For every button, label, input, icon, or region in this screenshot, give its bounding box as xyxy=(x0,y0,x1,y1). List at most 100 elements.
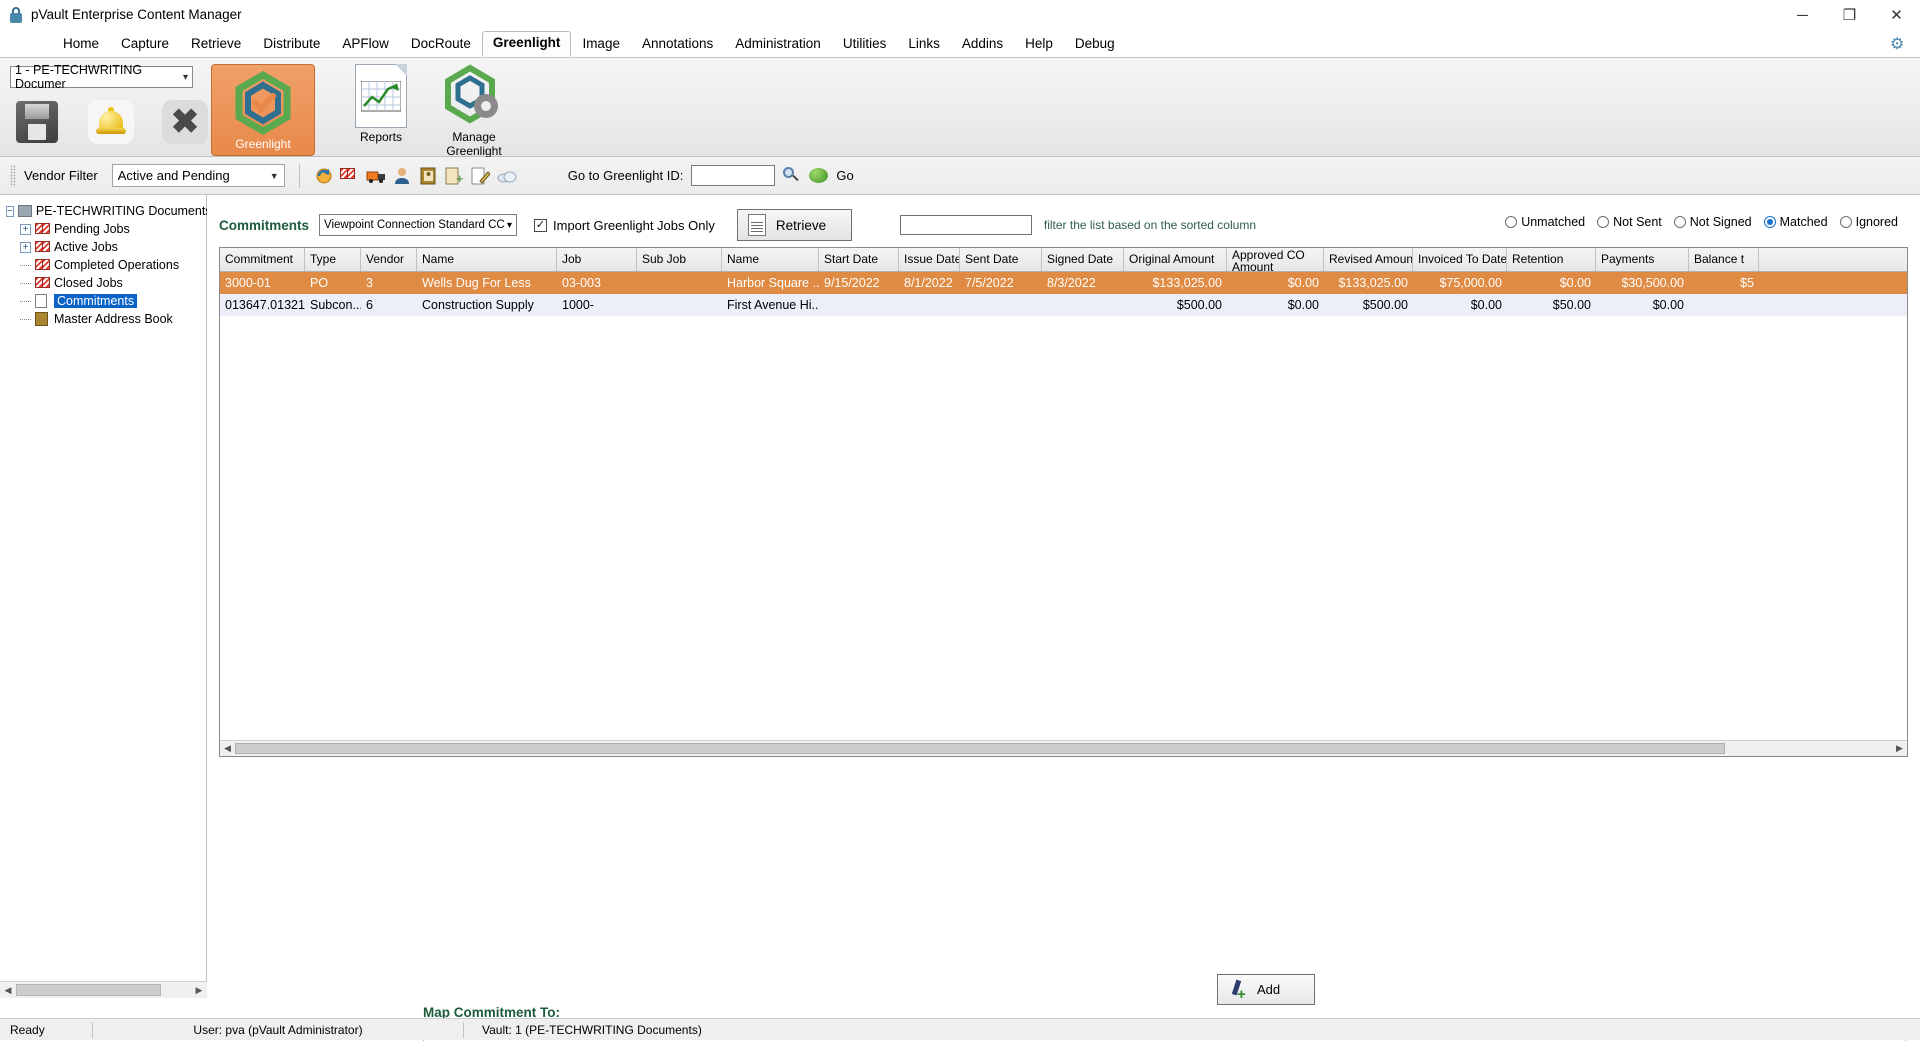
close-button[interactable]: ✕ xyxy=(1873,0,1920,30)
table-cell: Construction Supply xyxy=(417,294,557,316)
gear-hex-icon xyxy=(442,64,506,128)
tree-item-completed-operations[interactable]: Completed Operations xyxy=(0,257,206,273)
menu-item-utilities[interactable]: Utilities xyxy=(832,32,898,57)
menu-item-home[interactable]: Home xyxy=(52,32,110,57)
column-header-original-amount[interactable]: Original Amount xyxy=(1124,248,1227,271)
menu-item-addins[interactable]: Addins xyxy=(951,32,1014,57)
column-header-sent-date[interactable]: Sent Date xyxy=(960,248,1042,271)
table-cell: 3 xyxy=(361,272,417,294)
table-row[interactable]: 013647.01321...Subcon...6Construction Su… xyxy=(220,294,1907,316)
add-button[interactable]: + Add xyxy=(1217,974,1315,1005)
column-header-signed-date[interactable]: Signed Date xyxy=(1042,248,1124,271)
column-header-approved-co[interactable]: Approved COAmount xyxy=(1227,248,1324,271)
column-header-start-date[interactable]: Start Date xyxy=(819,248,899,271)
refresh-icon[interactable] xyxy=(314,167,334,185)
status-filter-not-sent[interactable]: Not Sent xyxy=(1597,215,1662,229)
go-button[interactable]: Go xyxy=(836,168,853,183)
tree-expander-minus-icon[interactable]: − xyxy=(6,206,14,217)
column-header-sub-job[interactable]: Sub Job xyxy=(637,248,722,271)
tree-item-pending-jobs[interactable]: + Pending Jobs xyxy=(0,221,206,237)
scroll-thumb[interactable] xyxy=(16,984,161,996)
status-filter-label: Unmatched xyxy=(1521,215,1585,229)
maximize-button[interactable]: ❐ xyxy=(1826,0,1873,30)
table-cell: $75,000.00 xyxy=(1413,272,1507,294)
menu-item-docroute[interactable]: DocRoute xyxy=(400,32,482,57)
ribbon-tile-greenlight[interactable]: Greenlight xyxy=(211,64,315,156)
ribbon-tile-reports[interactable]: Reports xyxy=(335,64,427,144)
scroll-left-icon[interactable]: ◀ xyxy=(220,743,235,754)
magnifier-icon[interactable] xyxy=(783,167,801,185)
menu-item-annotations[interactable]: Annotations xyxy=(631,32,724,57)
tree-item-active-jobs[interactable]: +Active Jobs xyxy=(0,239,206,255)
column-filter-input[interactable] xyxy=(900,215,1032,235)
vendor-filter-select[interactable]: Active and Pending ▼ xyxy=(112,164,285,187)
menu-item-help[interactable]: Help xyxy=(1014,32,1064,57)
table-row[interactable]: 3000-01PO3Wells Dug For Less03-003Harbor… xyxy=(220,272,1907,294)
connection-select[interactable]: Viewpoint Connection Standard CC ▾ xyxy=(319,214,517,236)
tree-item-pe-techwriting-documents[interactable]: −PE-TECHWRITING Documents xyxy=(0,203,206,219)
save-button[interactable] xyxy=(8,98,66,146)
column-header-commitment[interactable]: Commitment xyxy=(220,248,305,271)
menu-item-links[interactable]: Links xyxy=(897,32,951,57)
ribbon-tile-manage-greenlight[interactable]: Manage Greenlight xyxy=(428,64,520,158)
column-header-job[interactable]: Job xyxy=(557,248,637,271)
address-book-icon[interactable] xyxy=(418,167,438,185)
tree-item-master-address-book[interactable]: Master Address Book xyxy=(0,311,206,327)
column-header-issue-date[interactable]: Issue Date xyxy=(899,248,960,271)
column-header-retention[interactable]: Retention xyxy=(1507,248,1596,271)
cloud-icon[interactable] xyxy=(496,167,516,185)
column-header-invoiced-to-date[interactable]: Invoiced To Date xyxy=(1413,248,1507,271)
cancel-button[interactable]: ✖ xyxy=(156,98,214,146)
grid-horizontal-scrollbar[interactable]: ◀ ▶ xyxy=(220,740,1907,756)
column-header-balance-t[interactable]: Balance t xyxy=(1689,248,1759,271)
vault-selector[interactable]: 1 - PE-TECHWRITING Documer ▾ xyxy=(10,66,193,88)
column-header-revised-amount[interactable]: Revised Amount xyxy=(1324,248,1413,271)
notify-button[interactable] xyxy=(82,98,140,146)
person-icon[interactable] xyxy=(392,167,412,185)
menu-item-debug[interactable]: Debug xyxy=(1064,32,1126,57)
column-header-type[interactable]: Type xyxy=(305,248,361,271)
menu-item-distribute[interactable]: Distribute xyxy=(252,32,331,57)
scroll-right-icon[interactable]: ▶ xyxy=(1892,743,1907,754)
column-header-name[interactable]: Name xyxy=(417,248,557,271)
minimize-button[interactable]: ─ xyxy=(1779,0,1826,30)
po-document-icon xyxy=(748,214,766,236)
status-filter-unmatched[interactable]: Unmatched xyxy=(1505,215,1585,229)
gear-icon[interactable]: ⚙ xyxy=(1890,34,1908,52)
tree-item-closed-jobs[interactable]: Closed Jobs xyxy=(0,275,206,291)
truck-icon[interactable] xyxy=(366,167,386,185)
menu-item-greenlight[interactable]: Greenlight xyxy=(482,31,572,57)
table-cell: Harbor Square ... xyxy=(722,272,819,294)
status-filter-matched[interactable]: Matched xyxy=(1764,215,1828,229)
column-header-vendor[interactable]: Vendor xyxy=(361,248,417,271)
drag-handle[interactable] xyxy=(10,165,16,187)
tree-expander-plus-icon[interactable]: + xyxy=(20,242,31,253)
tree-item-label: Pending Jobs xyxy=(54,222,130,236)
add-contact-icon[interactable]: + xyxy=(444,167,464,185)
tree-item-commitments[interactable]: Commitments xyxy=(0,293,206,309)
toolbar-divider xyxy=(299,164,300,188)
scroll-thumb[interactable] xyxy=(235,743,1725,754)
retrieve-button[interactable]: Retrieve xyxy=(737,209,852,241)
quick-action-buttons: ✖ xyxy=(8,98,214,146)
table-cell: $0.00 xyxy=(1596,294,1689,316)
menu-item-image[interactable]: Image xyxy=(571,32,631,57)
menu-item-capture[interactable]: Capture xyxy=(110,32,180,57)
tree-expander-plus-icon[interactable]: + xyxy=(20,224,31,235)
menu-item-apflow[interactable]: APFlow xyxy=(331,32,400,57)
menu-item-retrieve[interactable]: Retrieve xyxy=(180,32,252,57)
import-greenlight-checkbox[interactable]: ✓ Import Greenlight Jobs Only xyxy=(534,218,715,233)
status-filter-not-signed[interactable]: Not Signed xyxy=(1674,215,1752,229)
scroll-left-icon[interactable]: ◀ xyxy=(0,985,16,996)
barricade-icon[interactable] xyxy=(340,167,360,185)
column-header-payments[interactable]: Payments xyxy=(1596,248,1689,271)
status-filter-ignored[interactable]: Ignored xyxy=(1840,215,1898,229)
menu-item-administration[interactable]: Administration xyxy=(724,32,832,57)
scroll-right-icon[interactable]: ▶ xyxy=(191,985,207,996)
radio-icon xyxy=(1674,216,1686,228)
goto-greenlight-input[interactable] xyxy=(691,165,775,186)
green-circle-icon[interactable] xyxy=(809,168,828,183)
tree-horizontal-scrollbar[interactable]: ◀ ▶ xyxy=(0,981,207,998)
column-header-name[interactable]: Name xyxy=(722,248,819,271)
edit-note-icon[interactable] xyxy=(470,167,490,185)
